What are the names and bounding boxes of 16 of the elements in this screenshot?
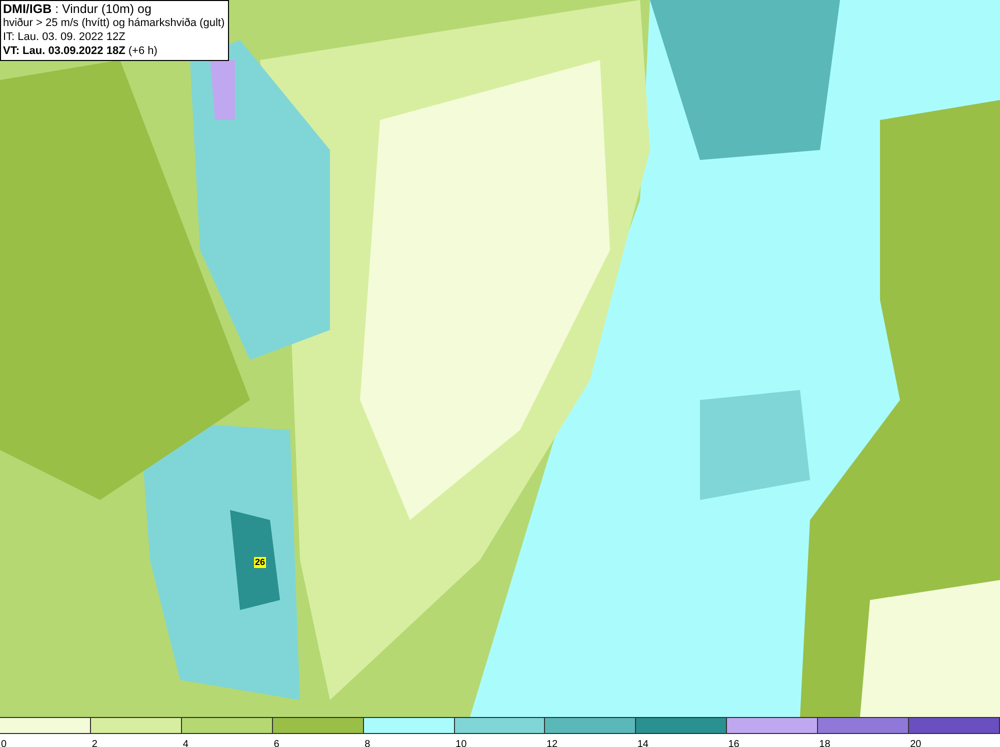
legend-label: 2 — [90, 739, 98, 747]
title-line: hviður > 25 m/s (hvítt) og hámarkshviða (gult) — [3, 16, 225, 30]
legend-label: 18 — [818, 739, 830, 747]
legend-label: 0 — [0, 739, 7, 747]
gust-badge: 26 — [254, 557, 266, 568]
legend-label: 14 — [636, 739, 648, 747]
title-line: IT: Lau. 03. 09. 2022 12Z — [3, 30, 126, 44]
title-line: VT: Lau. 03.09.2022 18Z (+6 h) — [3, 44, 158, 58]
legend-label: 10 — [454, 739, 467, 747]
legend-label: 20 — [909, 739, 922, 747]
legend-label: 16 — [727, 739, 740, 747]
legend-label: 4 — [182, 739, 188, 747]
legend-label: 8 — [364, 739, 370, 747]
title-line: DMI/IGB : Vindur (10m) og — [3, 2, 152, 16]
legend-label: 6 — [272, 739, 280, 747]
legend-label: 12 — [545, 739, 558, 747]
